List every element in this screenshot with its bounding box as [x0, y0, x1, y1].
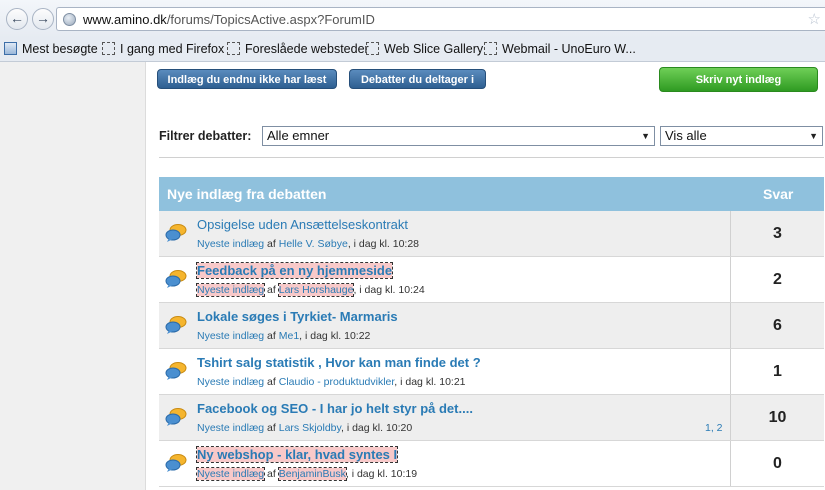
latest-post-link[interactable]: Nyeste indlæg: [197, 330, 264, 342]
arrow-right-icon: →: [36, 10, 50, 26]
speech-bubbles-icon: [165, 454, 187, 472]
view-filter-select[interactable]: Vis alle ▼: [660, 126, 823, 146]
post-time: , i dag kl. 10:24: [353, 284, 425, 296]
topics-table: Nye indlæg fra debatten Svar Opsigelse u…: [159, 177, 824, 487]
page-links[interactable]: 1, 2: [705, 422, 723, 434]
post-time: , i dag kl. 10:28: [347, 238, 420, 250]
table-header: Nye indlæg fra debatten Svar: [159, 177, 824, 211]
speech-bubbles-icon: [165, 316, 187, 334]
author-link[interactable]: BenjaminBusk: [277, 467, 347, 481]
latest-post-link[interactable]: Nyeste indlæg: [195, 467, 266, 481]
arrow-left-icon: ←: [10, 10, 24, 26]
forum-content: Indlæg du endnu ikke har læst Debatter d…: [145, 62, 825, 490]
author-link[interactable]: Claudio - produktudvikler: [279, 376, 395, 388]
bookmarks-toolbar: Mest besøgte I gang med Firefox Foreslåe…: [0, 38, 825, 62]
bookmark-suggested-sites[interactable]: Foreslåede websteder: [227, 42, 369, 56]
topic-link[interactable]: Tshirt salg statistik , Hvor kan man fin…: [197, 355, 481, 370]
topic-link[interactable]: Feedback på en ny hjemmeside: [195, 262, 394, 279]
bookmark-label: Foreslåede websteder: [245, 42, 369, 56]
post-time: , i dag kl. 10:22: [299, 330, 371, 342]
bookmark-star-icon[interactable]: ☆: [808, 10, 821, 28]
page-icon: [227, 42, 240, 55]
author-link[interactable]: Lars Horshauge: [277, 283, 355, 297]
speech-bubbles-icon: [165, 362, 187, 380]
author-link[interactable]: Me1: [279, 330, 299, 342]
topic-link[interactable]: Lokale søges i Tyrkiet- Marmaris: [197, 309, 398, 324]
unread-posts-button[interactable]: Indlæg du endnu ikke har læst: [157, 69, 337, 89]
table-row: Lokale søges i Tyrkiet- Marmaris Nyeste …: [159, 303, 824, 349]
chevron-down-icon: ▼: [641, 131, 650, 141]
page-icon: [102, 42, 115, 55]
most-visited-icon: [4, 42, 17, 55]
url-path: /forums/TopicsActive.aspx?ForumID: [166, 12, 375, 27]
post-time: , i dag kl. 10:19: [345, 468, 418, 480]
topic-meta: Nyeste indlæg af Lars Skjoldby, i dag kl…: [197, 422, 412, 434]
topic-filter-value: Alle emner: [267, 128, 330, 143]
page-icon: [484, 42, 497, 55]
view-filter-value: Vis alle: [665, 128, 707, 143]
reply-count: 3: [730, 211, 824, 256]
by-word: af: [267, 376, 276, 388]
globe-icon: [63, 13, 76, 26]
table-row: Opsigelse uden Ansættelseskontrakt Nyest…: [159, 211, 824, 257]
page-icon: [366, 42, 379, 55]
author-link[interactable]: Helle V. Søbye: [279, 238, 348, 250]
bookmark-webmail[interactable]: Webmail - UnoEuro W...: [484, 42, 636, 56]
url-text[interactable]: www.amino.dk/forums/TopicsActive.aspx?Fo…: [83, 12, 375, 27]
header-title: Nye indlæg fra debatten: [167, 186, 327, 202]
reply-count: 2: [730, 257, 824, 302]
latest-post-link[interactable]: Nyeste indlæg: [197, 422, 264, 434]
topic-meta: Nyeste indlæg af BenjaminBusk, i dag kl.…: [195, 467, 418, 481]
topic-link[interactable]: Opsigelse uden Ansættelseskontrakt: [197, 217, 408, 232]
post-time: , i dag kl. 10:20: [341, 422, 413, 434]
reply-count: 0: [730, 441, 824, 486]
topic-filter-select[interactable]: Alle emner ▼: [262, 126, 655, 146]
table-row: Facebook og SEO - I har jo helt styr på …: [159, 395, 824, 441]
divider: [159, 157, 824, 158]
reply-count: 10: [730, 395, 824, 440]
table-row: Tshirt salg statistik , Hvor kan man fin…: [159, 349, 824, 395]
by-word: af: [267, 422, 276, 434]
browser-navbar: ← → www.amino.dk/forums/TopicsActive.asp…: [0, 0, 825, 38]
bookmark-most-visited[interactable]: Mest besøgte: [4, 42, 98, 56]
left-gutter: [0, 62, 145, 490]
address-bar[interactable]: www.amino.dk/forums/TopicsActive.aspx?Fo…: [56, 7, 825, 31]
bookmark-web-slice-gallery[interactable]: Web Slice Gallery: [366, 42, 483, 56]
bookmark-label: Mest besøgte: [22, 42, 98, 56]
bookmark-label: Webmail - UnoEuro W...: [502, 42, 636, 56]
chevron-down-icon: ▼: [809, 131, 818, 141]
topic-meta: Nyeste indlæg af Claudio - produktudvikl…: [197, 376, 466, 388]
by-word: af: [267, 238, 276, 250]
by-word: af: [267, 284, 276, 296]
speech-bubbles-icon: [165, 270, 187, 288]
topic-meta: Nyeste indlæg af Lars Horshauge, i dag k…: [195, 283, 425, 297]
filter-label: Filtrer debatter:: [159, 129, 252, 143]
topic-meta: Nyeste indlæg af Me1, i dag kl. 10:22: [197, 330, 370, 342]
author-link[interactable]: Lars Skjoldby: [279, 422, 341, 434]
back-button[interactable]: ←: [6, 8, 28, 30]
topic-link[interactable]: Ny webshop - klar, hvad syntes I: [195, 446, 399, 463]
table-row: Feedback på en ny hjemmeside Nyeste indl…: [159, 257, 824, 303]
latest-post-link[interactable]: Nyeste indlæg: [197, 238, 264, 250]
by-word: af: [267, 330, 276, 342]
reply-count: 6: [730, 303, 824, 348]
bookmark-getting-started[interactable]: I gang med Firefox: [102, 42, 224, 56]
reply-count: 1: [730, 349, 824, 394]
topic-link[interactable]: Facebook og SEO - I har jo helt styr på …: [197, 401, 473, 416]
url-domain: www.amino.dk: [83, 12, 167, 27]
by-word: af: [267, 468, 276, 480]
speech-bubbles-icon: [165, 224, 187, 242]
table-row: Ny webshop - klar, hvad syntes I Nyeste …: [159, 441, 824, 487]
bookmark-label: I gang med Firefox: [120, 42, 225, 56]
speech-bubbles-icon: [165, 408, 187, 426]
latest-post-link[interactable]: Nyeste indlæg: [195, 283, 266, 297]
latest-post-link[interactable]: Nyeste indlæg: [197, 376, 264, 388]
new-post-button[interactable]: Skriv nyt indlæg: [659, 67, 818, 92]
topic-meta: Nyeste indlæg af Helle V. Søbye, i dag k…: [197, 238, 419, 250]
header-replies: Svar: [763, 186, 794, 202]
post-time: , i dag kl. 10:21: [394, 376, 466, 388]
bookmark-label: Web Slice Gallery: [384, 42, 484, 56]
participating-debates-button[interactable]: Debatter du deltager i: [349, 69, 486, 89]
forward-button[interactable]: →: [32, 8, 54, 30]
